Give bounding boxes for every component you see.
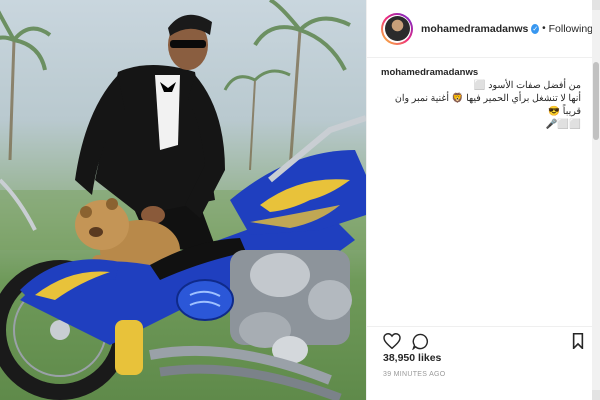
caption-line-3: ⬜⬜🎤 [545,119,582,130]
avatar[interactable] [381,12,413,45]
heart-icon[interactable] [383,332,401,350]
avatar-ring [383,14,411,43]
scrollbar[interactable] [592,0,600,400]
like-count[interactable]: 38,950 likes [383,352,441,364]
header-username[interactable]: mohamedramadanws [421,23,528,35]
post-header: mohamedramadanws ✓ • Following [367,0,593,58]
scroll-down-arrow-icon[interactable] [592,390,600,400]
following-button[interactable]: Following [549,23,593,35]
caption-username[interactable]: mohamedramadanws [381,67,478,78]
post-timestamp[interactable]: 39 MINUTES AGO [383,371,446,378]
post-photo[interactable] [0,0,366,400]
scroll-up-arrow-icon[interactable] [592,0,600,10]
verified-badge-icon: ✓ [531,23,540,34]
bookmark-icon[interactable] [569,332,587,350]
caption-line-2: أنها لا تنشغل برأي الحمير فيها 🦁 أغنية ن… [394,93,581,117]
header-separator: • [542,23,546,34]
post-side-panel: mohamedramadanws ✓ • Following mohamedra… [366,0,600,400]
photo-illustration [0,0,366,400]
scroll-thumb[interactable] [593,62,599,140]
post-caption: mohamedramadanws من أفضل صفات الأسود ⬜ أ… [381,66,581,131]
comment-icon[interactable] [411,332,429,350]
caption-line-1: من أفضل صفات الأسود ⬜ [473,80,581,91]
avatar-image [384,16,410,41]
